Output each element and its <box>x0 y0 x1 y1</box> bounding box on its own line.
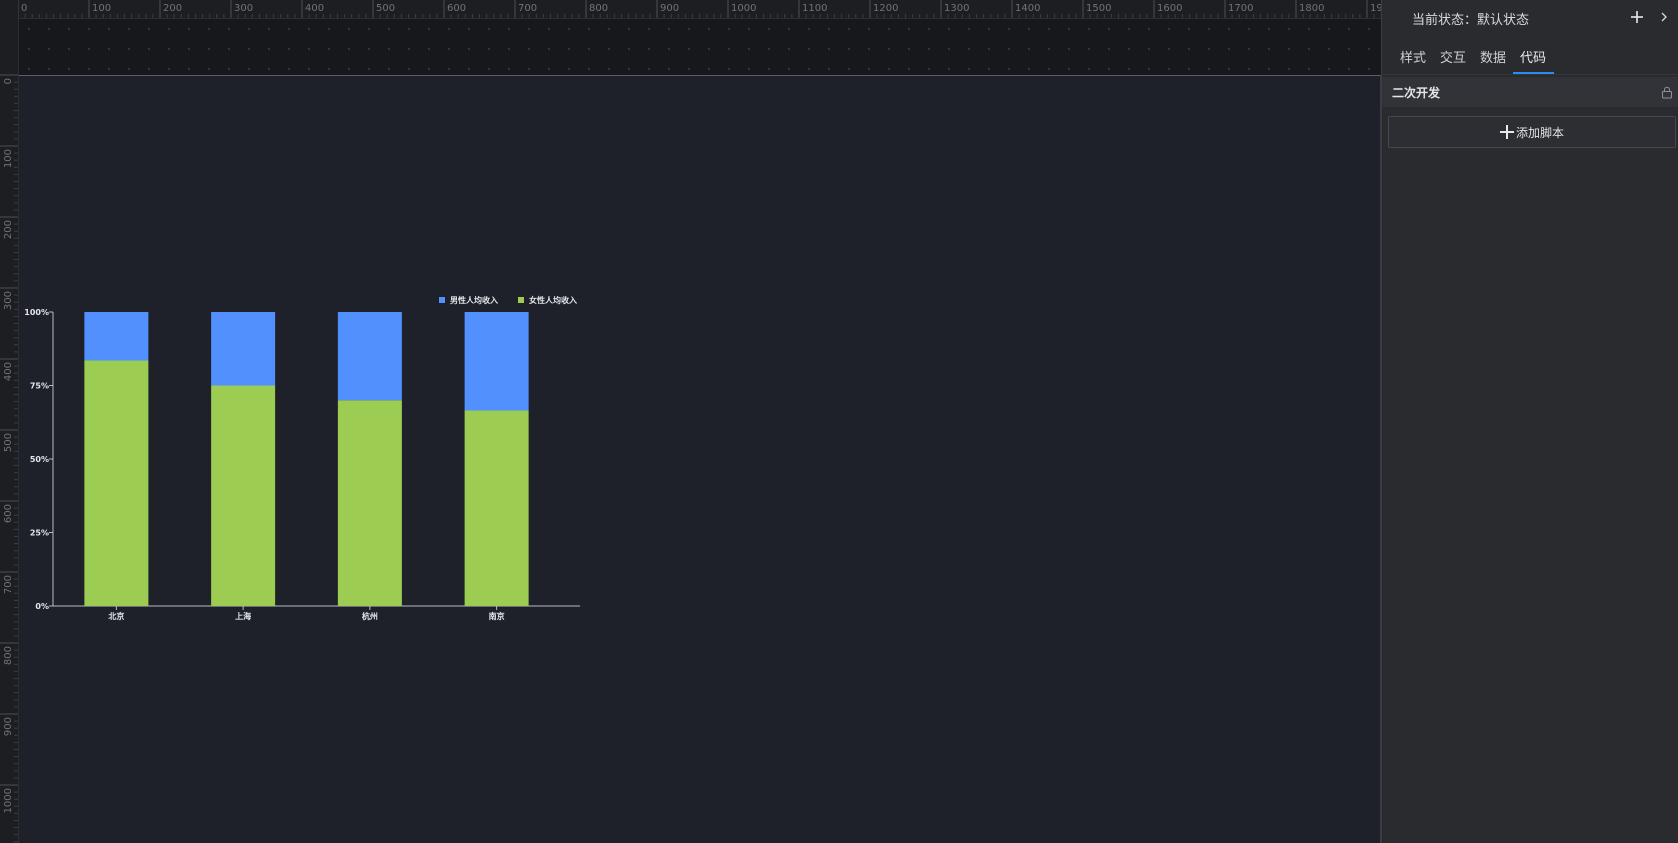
horizontal-ruler[interactable]: 0 100 200 300 400 500 600 700 800 900 1000 1100 1200… <box>18 0 1381 19</box>
app-root: 0 100 200 300 400 500 600 700 800 900 1000 1100 1200… <box>0 0 1678 843</box>
tab-interaction[interactable]: 交互 <box>1440 47 1466 66</box>
bar-male[interactable] <box>84 312 149 361</box>
tab-data[interactable]: 数据 <box>1480 47 1506 66</box>
current-state-label[interactable]: 当前状态：默认状态 <box>1412 9 1529 28</box>
ruler-label: 800 <box>3 646 14 665</box>
ruler-label: 1000 <box>731 3 756 14</box>
ruler-corner <box>0 0 18 18</box>
x-tick-label: 南京 <box>489 611 505 621</box>
tab-code[interactable]: 代码 <box>1520 47 1546 66</box>
x-tick-label: 北京 <box>108 611 124 621</box>
ruler-label: 1000 <box>3 788 14 813</box>
panel-header: 当前状态：默认状态 <box>1382 0 1678 36</box>
ruler-label: 1900 <box>1370 3 1381 14</box>
ruler-label: 600 <box>447 3 466 14</box>
lock-icon[interactable] <box>1661 86 1673 99</box>
vertical-ruler-ticks: 0 100 200 300 400 500 600 700 800 900 1000 <box>0 74 18 843</box>
ruler-label: 300 <box>234 3 253 14</box>
ruler-label: 0 <box>21 3 27 14</box>
legend-swatch[interactable] <box>439 297 445 303</box>
ruler-label: 700 <box>518 3 537 14</box>
y-tick-label: 100% <box>24 308 49 317</box>
active-tab-indicator <box>1513 72 1554 74</box>
ruler-label: 0 <box>3 78 14 84</box>
stacked-bar-chart: 0% 25% 50% 75% 100% 北京 上海 杭州 南京 男性人均收入 女性人均收入 <box>24 295 580 621</box>
editor-workspace: 0 100 200 300 400 500 600 700 800 900 1000 1100 1200… <box>0 0 1381 843</box>
stacked-bar-chart-widget[interactable]: 0% 25% 50% 75% 100% 北京 上海 杭州 南京 男性人均收入 女性人均收入 <box>19 286 604 706</box>
add-state-button[interactable] <box>1627 7 1647 27</box>
plus-icon <box>1499 125 1514 139</box>
panel-tabs: 样式 交互 数据 代码 <box>1382 36 1678 75</box>
bar-female[interactable] <box>84 360 149 606</box>
section-title: 二次开发 <box>1392 86 1441 100</box>
ruler-label: 100 <box>92 3 111 14</box>
ruler-label: 400 <box>3 362 14 381</box>
ruler-label: 600 <box>3 504 14 523</box>
y-tick-label: 50% <box>30 455 49 464</box>
ruler-label: 900 <box>660 3 679 14</box>
ruler-label: 800 <box>589 3 608 14</box>
horizontal-ruler-ticks: 0 100 200 300 400 500 600 700 800 900 1000 1100 1200… <box>18 0 1381 18</box>
x-tick-label: 杭州 <box>362 611 378 621</box>
ruler-label: 1100 <box>802 3 827 14</box>
ruler-label: 1700 <box>1228 3 1253 14</box>
add-script-label: 添加脚本 <box>1515 125 1564 140</box>
ruler-label: 1800 <box>1299 3 1324 14</box>
ruler-label: 1200 <box>873 3 898 14</box>
bar-female[interactable] <box>464 410 529 606</box>
ruler-label: 1300 <box>944 3 969 14</box>
ruler-label: 1400 <box>1015 3 1040 14</box>
legend-label[interactable]: 女性人均收入 <box>529 295 577 305</box>
section-header-secondary-dev[interactable]: 二次开发 <box>1382 77 1678 107</box>
y-tick-label: 25% <box>30 529 49 538</box>
y-tick-label: 75% <box>30 382 49 391</box>
ruler-label: 1500 <box>1086 3 1111 14</box>
ruler-label: 500 <box>3 433 14 452</box>
bar-male[interactable] <box>211 312 276 386</box>
add-script-button[interactable]: 添加脚本 <box>1388 116 1676 148</box>
bar-male[interactable] <box>464 312 529 411</box>
legend-swatch[interactable] <box>518 297 524 303</box>
tab-style[interactable]: 样式 <box>1400 47 1426 66</box>
y-tick-label: 0% <box>35 602 49 611</box>
ruler-label: 900 <box>3 717 14 736</box>
bar-male[interactable] <box>337 312 402 401</box>
ruler-label: 100 <box>3 149 14 168</box>
property-panel: 当前状态：默认状态 样式 交互 数据 代码 二次开发 添加脚本 <box>1381 0 1678 843</box>
bar-female[interactable] <box>337 400 402 606</box>
bar-female[interactable] <box>211 385 276 607</box>
ruler-label: 200 <box>163 3 182 14</box>
ruler-label: 700 <box>3 575 14 594</box>
ruler-label: 1600 <box>1157 3 1182 14</box>
screen-artboard[interactable]: 0% 25% 50% 75% 100% 北京 上海 杭州 南京 男性人均收入 女性人均收入 <box>19 75 1381 843</box>
x-tick-label: 上海 <box>235 611 251 621</box>
expand-panel-button[interactable] <box>1656 8 1672 26</box>
ruler-label: 200 <box>3 220 14 239</box>
ruler-label: 300 <box>3 291 14 310</box>
vertical-ruler[interactable]: 0 100 200 300 400 500 600 700 800 900 1000 <box>0 18 19 843</box>
legend-label[interactable]: 男性人均收入 <box>450 295 498 305</box>
plus-icon <box>1631 11 1643 23</box>
chevron-right-icon <box>1661 12 1667 22</box>
ruler-label: 500 <box>376 3 395 14</box>
ruler-label: 400 <box>305 3 324 14</box>
